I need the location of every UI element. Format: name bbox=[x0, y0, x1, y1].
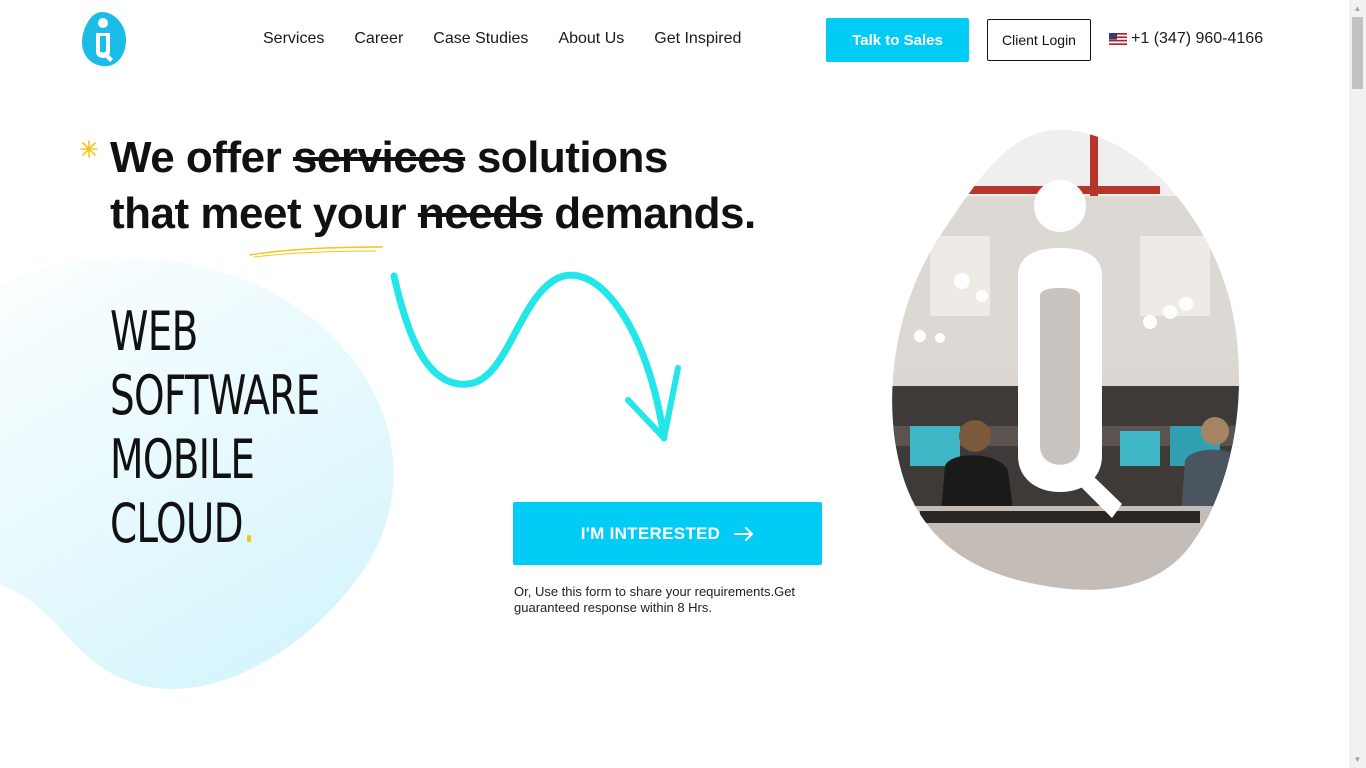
logo[interactable] bbox=[80, 8, 128, 70]
headline-part: demands. bbox=[542, 189, 756, 238]
office-photo bbox=[892, 130, 1239, 590]
yellow-dot: . bbox=[242, 492, 255, 555]
vertical-scrollbar[interactable]: ▲ ▼ bbox=[1349, 0, 1366, 768]
us-flag-icon bbox=[1109, 33, 1127, 45]
client-login-button[interactable]: Client Login bbox=[987, 19, 1091, 61]
service-word-software: SOFTWARE bbox=[110, 364, 320, 427]
talk-to-sales-button[interactable]: Talk to Sales bbox=[826, 18, 969, 62]
struck-word-needs: needs bbox=[417, 189, 543, 238]
service-word-mobile: MOBILE bbox=[110, 428, 255, 491]
struck-word-services: services bbox=[292, 133, 466, 182]
service-list: WEB SOFTWARE MOBILE CLOUD. bbox=[110, 300, 401, 556]
service-word-cloud-row: CLOUD. bbox=[110, 492, 319, 556]
headline-part: solutions bbox=[465, 133, 669, 182]
phone-number: +1 (347) 960-4166 bbox=[1131, 30, 1264, 47]
sparkle-icon bbox=[80, 140, 98, 158]
scroll-down-icon[interactable]: ▼ bbox=[1349, 751, 1366, 768]
phone-link[interactable]: +1 (347) 960-4166 bbox=[1109, 30, 1263, 48]
im-interested-label: I'M INTERESTED bbox=[580, 523, 721, 543]
im-interested-button[interactable]: I'M INTERESTED bbox=[513, 502, 822, 565]
nav-case-studies[interactable]: Case Studies bbox=[433, 30, 528, 48]
page: Services Career Case Studies About Us Ge… bbox=[0, 0, 1349, 768]
arrow-right-icon bbox=[734, 526, 754, 541]
nav-services[interactable]: Services bbox=[263, 30, 324, 48]
nav-about-us[interactable]: About Us bbox=[558, 30, 624, 48]
cta-note: Or, Use this form to share your requirem… bbox=[514, 584, 796, 615]
service-word-cloud: CLOUD bbox=[110, 492, 244, 555]
scroll-up-icon[interactable]: ▲ bbox=[1349, 0, 1366, 17]
nav-get-inspired[interactable]: Get Inspired bbox=[654, 30, 741, 48]
service-word-web: WEB bbox=[110, 300, 198, 363]
scrollbar-thumb[interactable] bbox=[1352, 17, 1363, 89]
underline-scribble bbox=[249, 246, 383, 258]
nav-career[interactable]: Career bbox=[354, 30, 403, 48]
headline-part: We offer bbox=[110, 133, 293, 182]
squiggle-arrow-icon bbox=[390, 271, 681, 442]
main-nav: Services Career Case Studies About Us Ge… bbox=[263, 30, 771, 48]
headline-part: that meet your bbox=[110, 189, 418, 238]
hero-headline: We offer services solutions that meet yo… bbox=[110, 130, 830, 242]
